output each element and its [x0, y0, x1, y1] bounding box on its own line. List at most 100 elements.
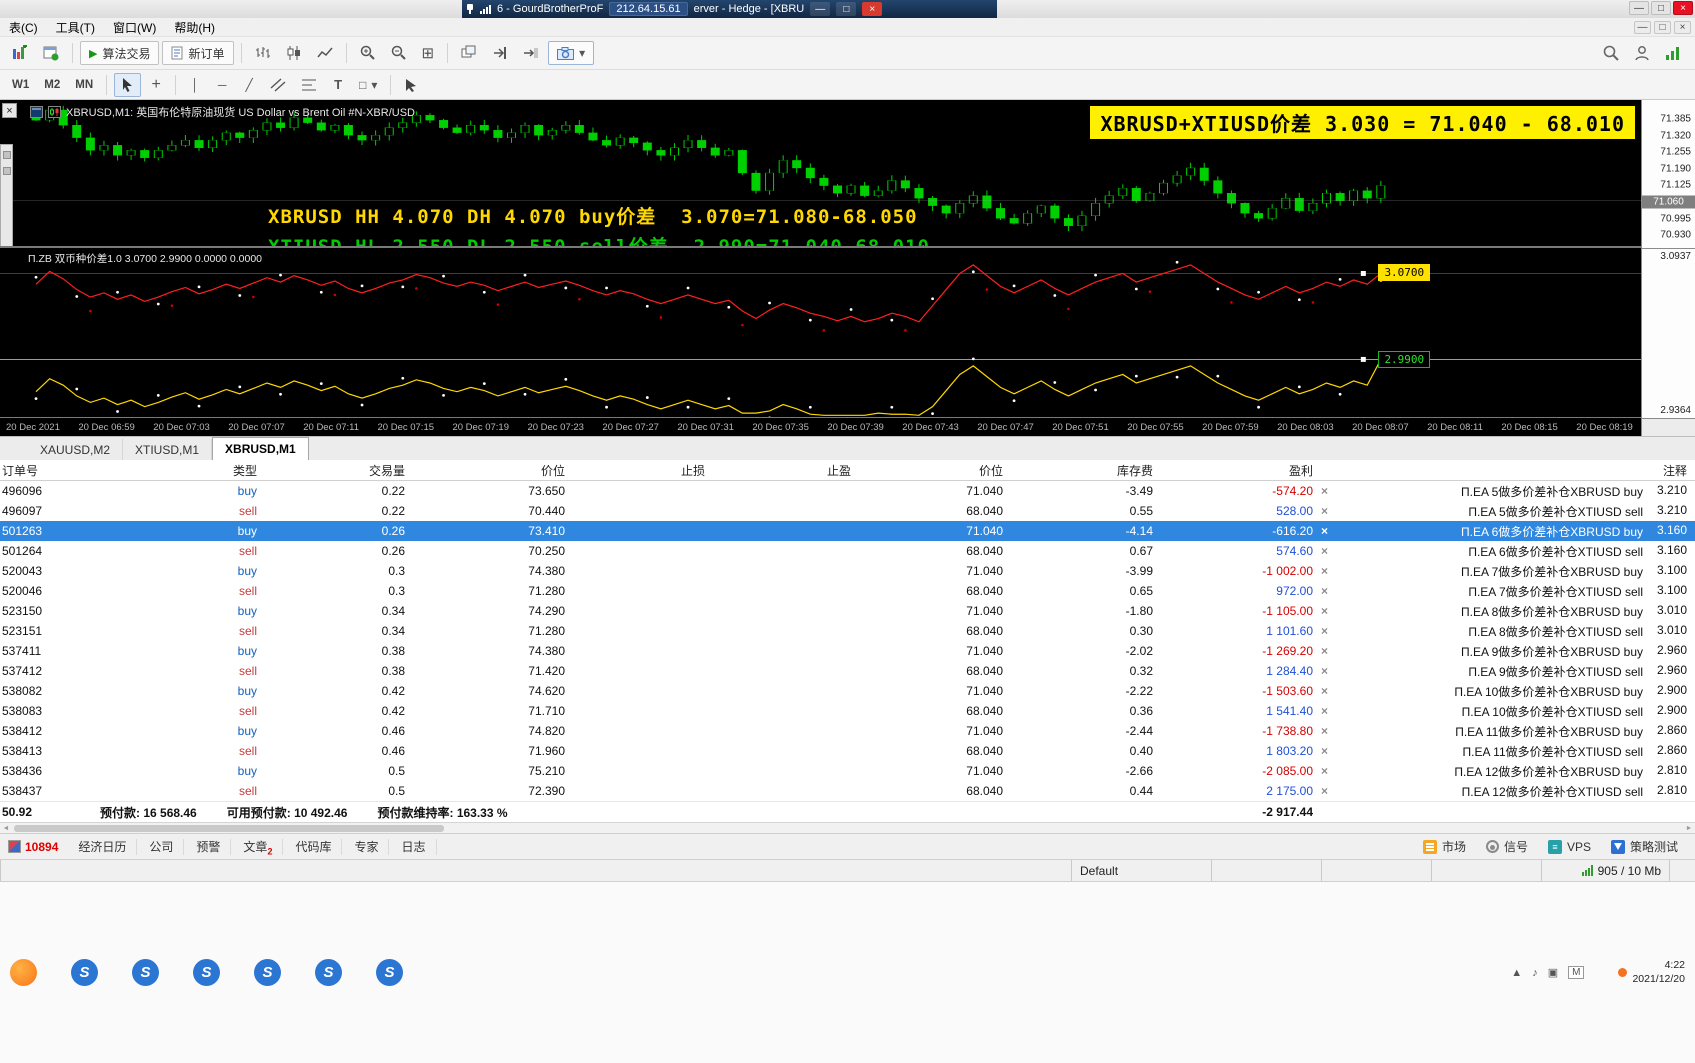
zoom-out-icon[interactable]	[385, 41, 413, 65]
menu-item-help[interactable]: 帮助(H)	[165, 19, 224, 36]
order-row[interactable]: 538436 buy 0.5 75.210 71.040 -2.66 -2 08…	[0, 761, 1695, 781]
rdp-minimize-button[interactable]: —	[810, 2, 830, 16]
zoom-in-icon[interactable]	[354, 41, 382, 65]
mdi-close-button[interactable]: ×	[1674, 21, 1691, 34]
menu-item-tools[interactable]: 工具(T)	[47, 19, 104, 36]
timeframe-w1-button[interactable]: W1	[6, 73, 35, 97]
header-volume[interactable]: 交易量	[265, 462, 413, 479]
scroll-left-arrow[interactable]: ◄	[0, 825, 12, 832]
taskbar-app-icon[interactable]: S	[254, 959, 281, 986]
vps-button[interactable]: ≡VPS	[1539, 840, 1600, 854]
price-scale-column[interactable]: 71.38571.32071.25571.19071.12571.06070.9…	[1641, 100, 1695, 436]
signals-button[interactable]: 信号	[1477, 838, 1537, 855]
order-row[interactable]: 537411 buy 0.38 74.380 71.040 -2.02 -1 2…	[0, 641, 1695, 661]
close-position-button[interactable]: ×	[1321, 604, 1347, 618]
header-comment[interactable]: 注释	[1347, 462, 1695, 479]
header-type[interactable]: 类型	[100, 462, 265, 479]
screenshot-button[interactable]: ▾	[548, 41, 594, 65]
rdp-restore-button[interactable]: □	[836, 2, 856, 16]
header-tp[interactable]: 止盈	[713, 462, 859, 479]
order-row[interactable]: 538437 sell 0.5 72.390 68.040 0.44 2 175…	[0, 781, 1695, 801]
timeframe-m2-button[interactable]: M2	[38, 73, 66, 97]
new-order-button[interactable]: 新订单	[162, 41, 233, 65]
mdi-restore-button[interactable]: □	[1654, 21, 1671, 34]
order-row[interactable]: 501264 sell 0.26 70.250 68.040 0.67 574.…	[0, 541, 1695, 561]
tab-economic-calendar[interactable]: 经济日历	[68, 839, 137, 855]
taskbar-app-icon[interactable]: S	[193, 959, 220, 986]
shapes-tool[interactable]: □ ▾	[353, 73, 383, 97]
header-profit[interactable]: 盈利	[1161, 462, 1321, 479]
chart-shift-icon[interactable]	[486, 41, 514, 65]
chart-tab-xauusd[interactable]: XAUUSD,M2	[28, 439, 123, 460]
scrollbar-thumb[interactable]	[14, 825, 444, 832]
fibonacci-tool[interactable]	[295, 73, 323, 97]
market-button[interactable]: 市场	[1414, 838, 1475, 855]
search-icon[interactable]	[1597, 41, 1625, 65]
menu-item-chart[interactable]: 表(C)	[0, 19, 47, 36]
profiles-button[interactable]	[37, 41, 65, 65]
tray-hidden-icons-button[interactable]: ▲	[1511, 967, 1522, 979]
text-tool[interactable]: T	[326, 73, 350, 97]
spread-indicator-pane[interactable]: П.ZB 双币种价差1.0 3.0700 2.9900 0.0000 0.000…	[0, 248, 1641, 418]
strategy-tester-button[interactable]: 策略测试	[1602, 838, 1687, 855]
cursor-tool-button[interactable]	[114, 73, 141, 97]
menu-item-window[interactable]: 窗口(W)	[104, 19, 165, 36]
cascade-windows-icon[interactable]	[455, 41, 483, 65]
account-icon[interactable]	[1628, 41, 1656, 65]
docked-panel-close-button[interactable]: ×	[2, 103, 17, 118]
order-row[interactable]: 538083 sell 0.42 71.710 68.040 0.36 1 54…	[0, 701, 1695, 721]
bars-chart-icon[interactable]	[249, 41, 277, 65]
tab-journal[interactable]: 日志	[391, 839, 436, 855]
close-position-button[interactable]: ×	[1321, 564, 1347, 578]
window-close-button[interactable]: ×	[1673, 1, 1693, 15]
candles-chart-icon[interactable]	[280, 41, 308, 65]
order-row[interactable]: 520043 buy 0.3 74.380 71.040 -3.99 -1 00…	[0, 561, 1695, 581]
trendline-tool[interactable]: ╱	[237, 73, 261, 97]
algo-trading-button[interactable]: ▶ 算法交易	[80, 41, 159, 65]
tray-sound-icon[interactable]: ♪	[1532, 967, 1538, 979]
new-chart-button[interactable]	[6, 41, 34, 65]
close-position-button[interactable]: ×	[1321, 584, 1347, 598]
taskbar-clock[interactable]: 4:22 2021/12/20	[1618, 959, 1685, 985]
vertical-line-tool[interactable]: │	[183, 73, 207, 97]
close-position-button[interactable]: ×	[1321, 724, 1347, 738]
taskbar-app-icon[interactable]: S	[132, 959, 159, 986]
connection-status[interactable]: 905 / 10 Mb	[1541, 860, 1669, 881]
language-indicator[interactable]: M	[1568, 966, 1584, 979]
order-row[interactable]: 523150 buy 0.34 74.290 71.040 -1.80 -1 1…	[0, 601, 1695, 621]
crosshair-tool-button[interactable]: +	[144, 73, 168, 97]
taskbar-app-icon[interactable]: S	[315, 959, 342, 986]
profile-selector[interactable]: Default	[1071, 860, 1211, 881]
order-row[interactable]: 523151 sell 0.34 71.280 68.040 0.30 1 10…	[0, 621, 1695, 641]
channel-tool[interactable]	[264, 73, 292, 97]
line-chart-icon[interactable]	[311, 41, 339, 65]
order-row[interactable]: 520046 sell 0.3 71.280 68.040 0.65 972.0…	[0, 581, 1695, 601]
order-row[interactable]: 501263 buy 0.26 73.410 71.040 -4.14 -616…	[0, 521, 1695, 541]
docked-panel-strip[interactable]	[0, 144, 13, 248]
header-swap[interactable]: 库存费	[1011, 462, 1161, 479]
close-position-button[interactable]: ×	[1321, 704, 1347, 718]
rdp-close-button[interactable]: ×	[862, 2, 882, 16]
close-position-button[interactable]: ×	[1321, 544, 1347, 558]
taskbar-orange-app-icon[interactable]	[10, 959, 37, 986]
tab-articles[interactable]: 文章2	[233, 839, 283, 855]
tab-company[interactable]: 公司	[139, 839, 184, 855]
taskbar-app-icon[interactable]: S	[376, 959, 403, 986]
timeframe-mn-button[interactable]: MN	[69, 73, 99, 97]
tab-codebase[interactable]: 代码库	[285, 839, 342, 855]
tab-experts[interactable]: 专家	[344, 839, 389, 855]
close-position-button[interactable]: ×	[1321, 504, 1347, 518]
tray-app-icon[interactable]: ▣	[1548, 966, 1558, 979]
horizontal-line-tool[interactable]: ─	[210, 73, 234, 97]
close-position-button[interactable]: ×	[1321, 644, 1347, 658]
close-position-button[interactable]: ×	[1321, 664, 1347, 678]
connection-level-icon[interactable]	[1659, 41, 1689, 65]
header-current-price[interactable]: 价位	[859, 462, 1011, 479]
trade-tab[interactable]: 10894	[8, 840, 66, 854]
close-position-button[interactable]: ×	[1321, 784, 1347, 798]
header-order-id[interactable]: 订单号	[0, 462, 100, 479]
order-row[interactable]: 538413 sell 0.46 71.960 68.040 0.40 1 80…	[0, 741, 1695, 761]
order-row[interactable]: 538412 buy 0.46 74.820 71.040 -2.44 -1 7…	[0, 721, 1695, 741]
window-maximize-button[interactable]: □	[1651, 1, 1671, 15]
pointer-arrow-icon[interactable]	[398, 73, 425, 97]
